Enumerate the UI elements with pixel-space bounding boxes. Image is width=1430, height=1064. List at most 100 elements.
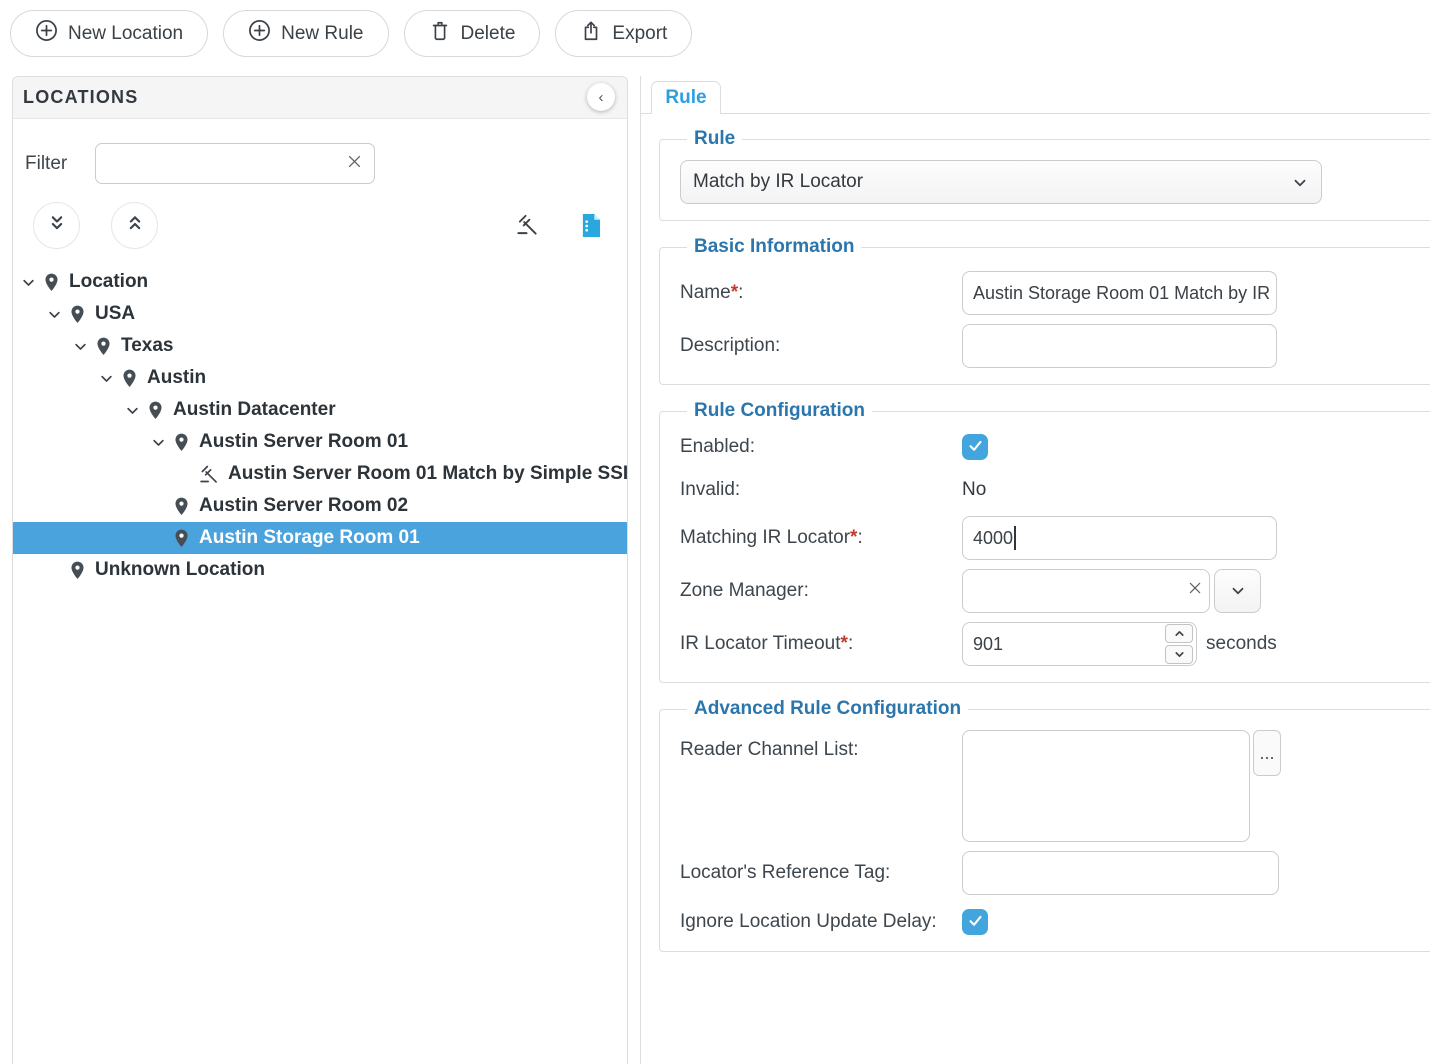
plus-circle-icon — [248, 19, 271, 48]
invalid-value: No — [962, 479, 986, 501]
new-location-label: New Location — [68, 23, 183, 45]
locations-title: LOCATIONS — [23, 87, 138, 108]
tree-node[interactable]: Texas — [13, 330, 627, 362]
filter-row: Filter — [25, 143, 627, 184]
text-caret — [1014, 526, 1016, 550]
clear-filter-icon[interactable] — [343, 152, 365, 174]
rule-icon — [199, 464, 219, 484]
rule-tool-icon[interactable] — [516, 213, 539, 239]
collapse-all-button[interactable] — [111, 202, 158, 249]
location-pin-icon — [95, 336, 112, 357]
ignore-location-update-delay-checkbox[interactable] — [962, 909, 988, 935]
name-label: Name*: — [680, 282, 962, 304]
timeout-unit-label: seconds — [1206, 633, 1277, 655]
chevron-down-icon[interactable] — [21, 274, 37, 290]
description-field[interactable] — [962, 324, 1277, 368]
new-location-button[interactable]: New Location — [10, 10, 208, 57]
delete-button[interactable]: Delete — [404, 10, 541, 57]
chevron-left-icon: ‹ — [599, 89, 604, 106]
spinner-up-button[interactable] — [1165, 624, 1193, 643]
zone-manager-dropdown-button[interactable] — [1214, 569, 1261, 613]
matching-ir-locator-label: Matching IR Locator*: — [680, 527, 962, 549]
location-pin-icon — [69, 304, 86, 325]
tree-node[interactable]: Austin Server Room 01 — [13, 426, 627, 458]
reader-channel-list-label: Reader Channel List: — [680, 730, 962, 761]
name-field[interactable]: Austin Storage Room 01 Match by IR Locat… — [962, 271, 1277, 315]
export-label: Export — [612, 23, 667, 45]
zone-manager-field[interactable] — [962, 569, 1210, 613]
tab-rule-label: Rule — [665, 87, 706, 109]
new-rule-label: New Rule — [281, 23, 363, 45]
zone-manager-label: Zone Manager: — [680, 580, 962, 602]
rule-legend: Rule — [687, 128, 742, 150]
advanced-rule-configuration-legend: Advanced Rule Configuration — [687, 698, 968, 720]
location-pin-icon — [147, 400, 164, 421]
tree-node[interactable]: Austin Datacenter — [13, 394, 627, 426]
tree-node[interactable]: Austin Server Room 02 — [13, 490, 627, 522]
reader-channel-list-field[interactable] — [962, 730, 1250, 842]
tree-node[interactable]: Austin Storage Room 01 — [13, 522, 627, 554]
clear-zone-manager-icon[interactable] — [1187, 580, 1203, 599]
advanced-rule-configuration-fieldset: Advanced Rule Configuration Reader Chann… — [659, 698, 1430, 952]
document-tool-icon[interactable] — [580, 213, 601, 241]
location-pin-icon — [121, 368, 138, 389]
checkmark-icon — [967, 437, 984, 457]
tree-node-label: Austin Server Room 02 — [199, 495, 408, 517]
tree-node[interactable]: Austin — [13, 362, 627, 394]
rule-panel: Rule Rule Match by IR Locator Basic Info… — [640, 76, 1430, 1064]
invalid-label: Invalid: — [680, 479, 962, 501]
locator-reference-tag-field[interactable] — [962, 851, 1279, 895]
spinner-down-button[interactable] — [1165, 645, 1193, 664]
double-chevron-up-icon — [125, 213, 145, 238]
locator-reference-tag-label: Locator's Reference Tag: — [680, 862, 962, 884]
chevron-down-icon[interactable] — [99, 370, 115, 386]
location-pin-icon — [43, 272, 60, 293]
location-pin-icon — [69, 560, 86, 581]
chevron-down-icon[interactable] — [47, 306, 63, 322]
description-label: Description: — [680, 335, 962, 357]
trash-icon — [429, 20, 451, 48]
locations-header: LOCATIONS — [13, 77, 627, 119]
rule-configuration-legend: Rule Configuration — [687, 400, 872, 422]
location-tree: Location USA Texas Austin — [13, 266, 627, 586]
chevron-down-icon — [1291, 174, 1309, 198]
tab-rule[interactable]: Rule — [651, 81, 721, 114]
chevron-down-icon[interactable] — [125, 402, 141, 418]
basic-information-fieldset: Basic Information Name*: Austin Storage … — [659, 236, 1430, 385]
double-chevron-down-icon — [47, 213, 67, 238]
rule-type-select[interactable]: Match by IR Locator — [680, 160, 1322, 204]
location-pin-icon — [173, 496, 190, 517]
locations-panel: LOCATIONS ‹ Filter — [12, 76, 628, 1064]
location-pin-icon — [173, 432, 190, 453]
tree-node-label: Location — [69, 271, 148, 293]
tree-node-label: USA — [95, 303, 135, 325]
new-rule-button[interactable]: New Rule — [223, 10, 388, 57]
reader-channel-list-more-button[interactable]: ... — [1253, 730, 1281, 776]
ir-locator-timeout-label: IR Locator Timeout*: — [680, 633, 962, 655]
panel-collapse-button[interactable]: ‹ — [587, 83, 615, 111]
tree-node-label: Texas — [121, 335, 173, 357]
chevron-down-icon[interactable] — [73, 338, 89, 354]
export-icon — [580, 20, 602, 48]
tree-node[interactable]: Location — [13, 266, 627, 298]
tree-node-label: Austin Server Room 01 — [199, 431, 408, 453]
chevron-down-icon[interactable] — [151, 434, 167, 450]
tree-node[interactable]: USA — [13, 298, 627, 330]
plus-circle-icon — [35, 19, 58, 48]
tree-node-label: Austin — [147, 367, 206, 389]
basic-information-legend: Basic Information — [687, 236, 861, 258]
delete-label: Delete — [461, 23, 516, 45]
filter-input[interactable] — [95, 143, 375, 184]
rule-fieldset: Rule Match by IR Locator — [659, 128, 1430, 221]
ir-locator-timeout-field[interactable] — [962, 622, 1197, 666]
tree-node-label: Unknown Location — [95, 559, 265, 581]
tree-node[interactable]: Austin Server Room 01 Match by Simple SS… — [13, 458, 627, 490]
export-button[interactable]: Export — [555, 10, 692, 57]
tree-node[interactable]: Unknown Location — [13, 554, 627, 586]
matching-ir-locator-field[interactable]: 4000 — [962, 516, 1277, 560]
checkmark-icon — [967, 912, 984, 932]
filter-label: Filter — [25, 153, 83, 175]
expand-all-button[interactable] — [33, 202, 80, 249]
location-pin-icon — [173, 528, 190, 549]
enabled-checkbox[interactable] — [962, 434, 988, 460]
